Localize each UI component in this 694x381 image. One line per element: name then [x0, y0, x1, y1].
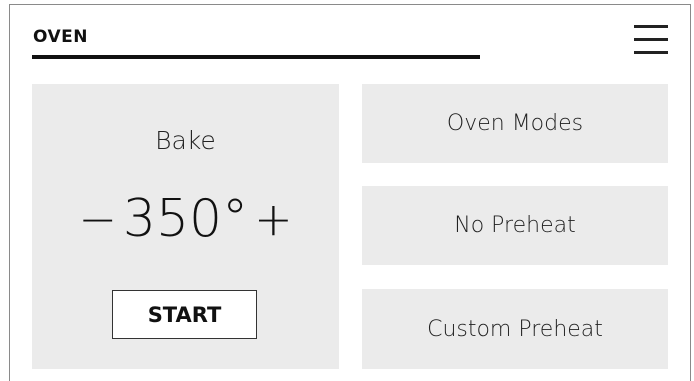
menu-button[interactable]	[634, 22, 668, 56]
bake-mode-label: Bake	[155, 126, 216, 155]
temperature-control: − 350° +	[32, 189, 339, 249]
no-preheat-button[interactable]: No Preheat	[362, 186, 668, 265]
oven-modes-button[interactable]: Oven Modes	[362, 84, 668, 163]
bake-panel: Bake − 350° + START	[32, 84, 339, 369]
start-button[interactable]: START	[112, 290, 257, 339]
custom-preheat-button[interactable]: Custom Preheat	[362, 289, 668, 369]
page-title: OVEN	[33, 27, 88, 47]
increase-temperature-button[interactable]: +	[250, 196, 297, 242]
menu-icon-bar	[634, 38, 668, 41]
temperature-value: 350°	[122, 189, 249, 249]
decrease-temperature-button[interactable]: −	[74, 196, 121, 242]
title-underline	[32, 55, 480, 59]
menu-icon-bar	[634, 51, 668, 54]
menu-icon-bar	[634, 25, 668, 28]
